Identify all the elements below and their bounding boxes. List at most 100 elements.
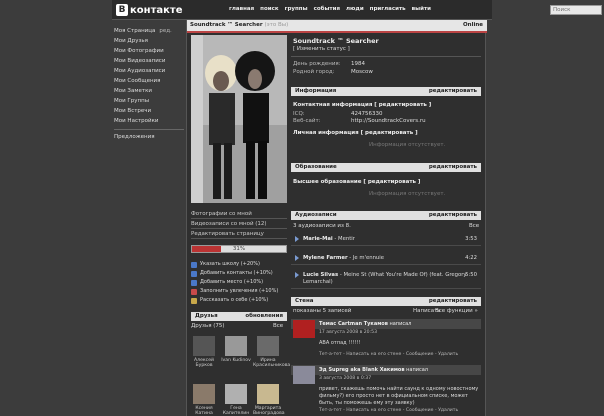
menu-audio[interactable]: Мои Аудиозаписи	[114, 66, 184, 76]
menu-videos[interactable]: Мои Видеозаписи	[114, 56, 184, 66]
post-actions[interactable]: Тет-а-тет - Написать на его стене - Сооб…	[291, 351, 481, 359]
friends-updates-link[interactable]: обновления	[245, 312, 283, 321]
logo-letter: В	[116, 4, 128, 16]
higher-education-edit-link[interactable]: [ редактировать ]	[363, 179, 420, 185]
city-label: Родной город:	[293, 69, 335, 75]
birthday-value[interactable]: 1984	[351, 61, 365, 67]
header-name: Soundtrack ™ Searcher	[190, 22, 263, 28]
audio-track[interactable]: Lucie Silvas - Meine St (What You're Mad…	[291, 269, 481, 289]
profile-photo[interactable]	[191, 35, 287, 203]
link-edit-page[interactable]: Редактировать страницу	[191, 230, 287, 239]
site-logo[interactable]: В контакте	[116, 3, 182, 17]
avatar	[257, 384, 279, 404]
audio-header: Аудиозаписи редактировать	[291, 211, 481, 220]
profile-header: Soundtrack ™ Searcher (это Вы) Online	[187, 20, 487, 31]
track-duration: 3:53	[465, 235, 477, 242]
nav-groups[interactable]: группы	[282, 6, 311, 12]
progress-label: 31%	[232, 246, 246, 252]
suggestion-hobbies[interactable]: Заполнить увлечения (+10%)	[191, 287, 278, 296]
audio-track[interactable]: Mylene Farmer - Je m'ennuie 4:22	[291, 251, 481, 265]
suggestion-school[interactable]: Указать школу (+20%)	[191, 260, 260, 269]
birthday-label: День рождения:	[293, 61, 341, 67]
post-text: АВА отпад !!!!!!	[319, 340, 361, 346]
audio-track[interactable]: Marie-Mai - Mentir 3:53	[291, 232, 481, 246]
friends-count[interactable]: Друзья (75)	[191, 323, 225, 329]
friends-title: Друзья	[195, 313, 218, 319]
menu-groups[interactable]: Мои Группы	[114, 96, 184, 106]
top-nav: главная поиск группы события люди пригла…	[226, 6, 434, 12]
wall-edit-link[interactable]: редактировать	[429, 297, 477, 306]
menu-notes[interactable]: Мои Заметки	[114, 86, 184, 96]
city-value[interactable]: Moscow	[351, 69, 373, 75]
post-date: 17 августа 2008 в 20:53	[319, 330, 377, 335]
post-actions[interactable]: Тет-а-тет - Написать на его стене - Сооб…	[291, 407, 481, 415]
menu-divider	[114, 129, 184, 130]
nav-events[interactable]: события	[311, 6, 343, 12]
menu-edit-link[interactable]: ред.	[159, 28, 171, 34]
online-status: Online	[462, 22, 483, 28]
logo-text: контакте	[130, 4, 183, 16]
audio-all-link[interactable]: Все	[469, 223, 479, 229]
wall-header: Стена редактировать	[291, 297, 481, 306]
audio-edit-link[interactable]: редактировать	[429, 211, 477, 220]
menu-photos[interactable]: Мои Фотографии	[114, 46, 184, 56]
wall-all-functions-link[interactable]: Все функции »	[435, 308, 478, 314]
nav-search[interactable]: поиск	[257, 6, 281, 12]
friend-card[interactable]: Ксения Катина	[189, 384, 219, 416]
place-icon	[191, 279, 197, 286]
personal-title: Личная информация [ редактировать ]	[293, 130, 418, 136]
track-duration: 4:22	[465, 254, 477, 261]
menu-suggestions[interactable]: Предложения	[114, 132, 184, 142]
pencil-icon	[191, 297, 197, 304]
play-icon[interactable]	[295, 235, 299, 242]
suggestion-contacts[interactable]: Добавить контакты (+10%)	[191, 269, 273, 278]
avatar[interactable]	[293, 320, 315, 338]
nav-people[interactable]: люди	[343, 6, 367, 12]
menu-events[interactable]: Мои Встречи	[114, 106, 184, 116]
friend-card[interactable]: Маргарита Виноградова	[253, 384, 285, 416]
icq-value: 424756330	[351, 111, 383, 117]
play-icon[interactable]	[295, 272, 299, 278]
post-author[interactable]: Эд Supreg aka Blank Хакимов	[319, 367, 405, 373]
education-edit-link[interactable]: редактировать	[429, 163, 477, 172]
personal-edit-link[interactable]: [ редактировать ]	[361, 130, 418, 136]
contacts-title: Контактная информация [ редактировать ]	[293, 102, 432, 108]
suggestion-about[interactable]: Рассказать о себе (+10%)	[191, 296, 268, 305]
nav-invite[interactable]: пригласить	[367, 6, 409, 12]
search-input[interactable]	[550, 5, 602, 15]
play-icon[interactable]	[295, 254, 299, 261]
school-icon	[191, 261, 197, 268]
menu-friends[interactable]: Мои Друзья	[114, 36, 184, 46]
left-menu: Моя Страница ред. Мои Друзья Мои Фотограф…	[114, 26, 184, 142]
icq-label: ICQ:	[293, 111, 305, 117]
avatar	[193, 336, 215, 356]
menu-messages[interactable]: Мои Сообщения	[114, 76, 184, 86]
friend-card[interactable]: Гена Капителин	[221, 384, 251, 416]
info-edit-link[interactable]: редактировать	[429, 87, 477, 96]
friends-all-link[interactable]: Все	[273, 323, 283, 329]
avatar[interactable]	[293, 366, 315, 384]
link-videos-with-me[interactable]: Видеозаписи со мной (12)	[191, 220, 287, 229]
link-photos-with-me[interactable]: Фотографии со мной	[191, 210, 287, 219]
contacts-edit-link[interactable]: [ редактировать ]	[374, 102, 431, 108]
menu-my-page[interactable]: Моя Страница ред.	[114, 26, 184, 36]
friend-card[interactable]: Ирина Красильникова	[253, 336, 290, 368]
audio-count: 3 аудиозаписи из 8.	[293, 223, 351, 229]
change-status-link[interactable]: [ Изменить статус ]	[293, 46, 350, 52]
nav-logout[interactable]: выйти	[409, 6, 434, 12]
site-link[interactable]: http://SoundtrackCovers.ru	[351, 118, 426, 124]
personal-missing: Информация отсутствует.	[369, 142, 446, 148]
friend-card[interactable]: Алексей Бурков	[189, 336, 219, 368]
site-label: Веб-сайт:	[293, 118, 321, 124]
suggestion-place[interactable]: Добавить место (+10%)	[191, 278, 263, 287]
avatar	[225, 336, 247, 356]
menu-settings[interactable]: Мои Настройки	[114, 116, 184, 126]
friend-card[interactable]: Ivan Kudinov	[221, 336, 251, 363]
top-bar: В контакте главная поиск группы события …	[112, 0, 602, 20]
track-duration: 5:50	[465, 272, 477, 278]
post-author[interactable]: Темас Cartman Тукамов	[319, 321, 388, 327]
education-title: Образование	[295, 164, 337, 170]
post-text: привет, скажешь помочь найти саунд к одн…	[319, 386, 479, 406]
nav-home[interactable]: главная	[226, 6, 257, 12]
audio-title: Аудиозаписи	[295, 212, 337, 218]
